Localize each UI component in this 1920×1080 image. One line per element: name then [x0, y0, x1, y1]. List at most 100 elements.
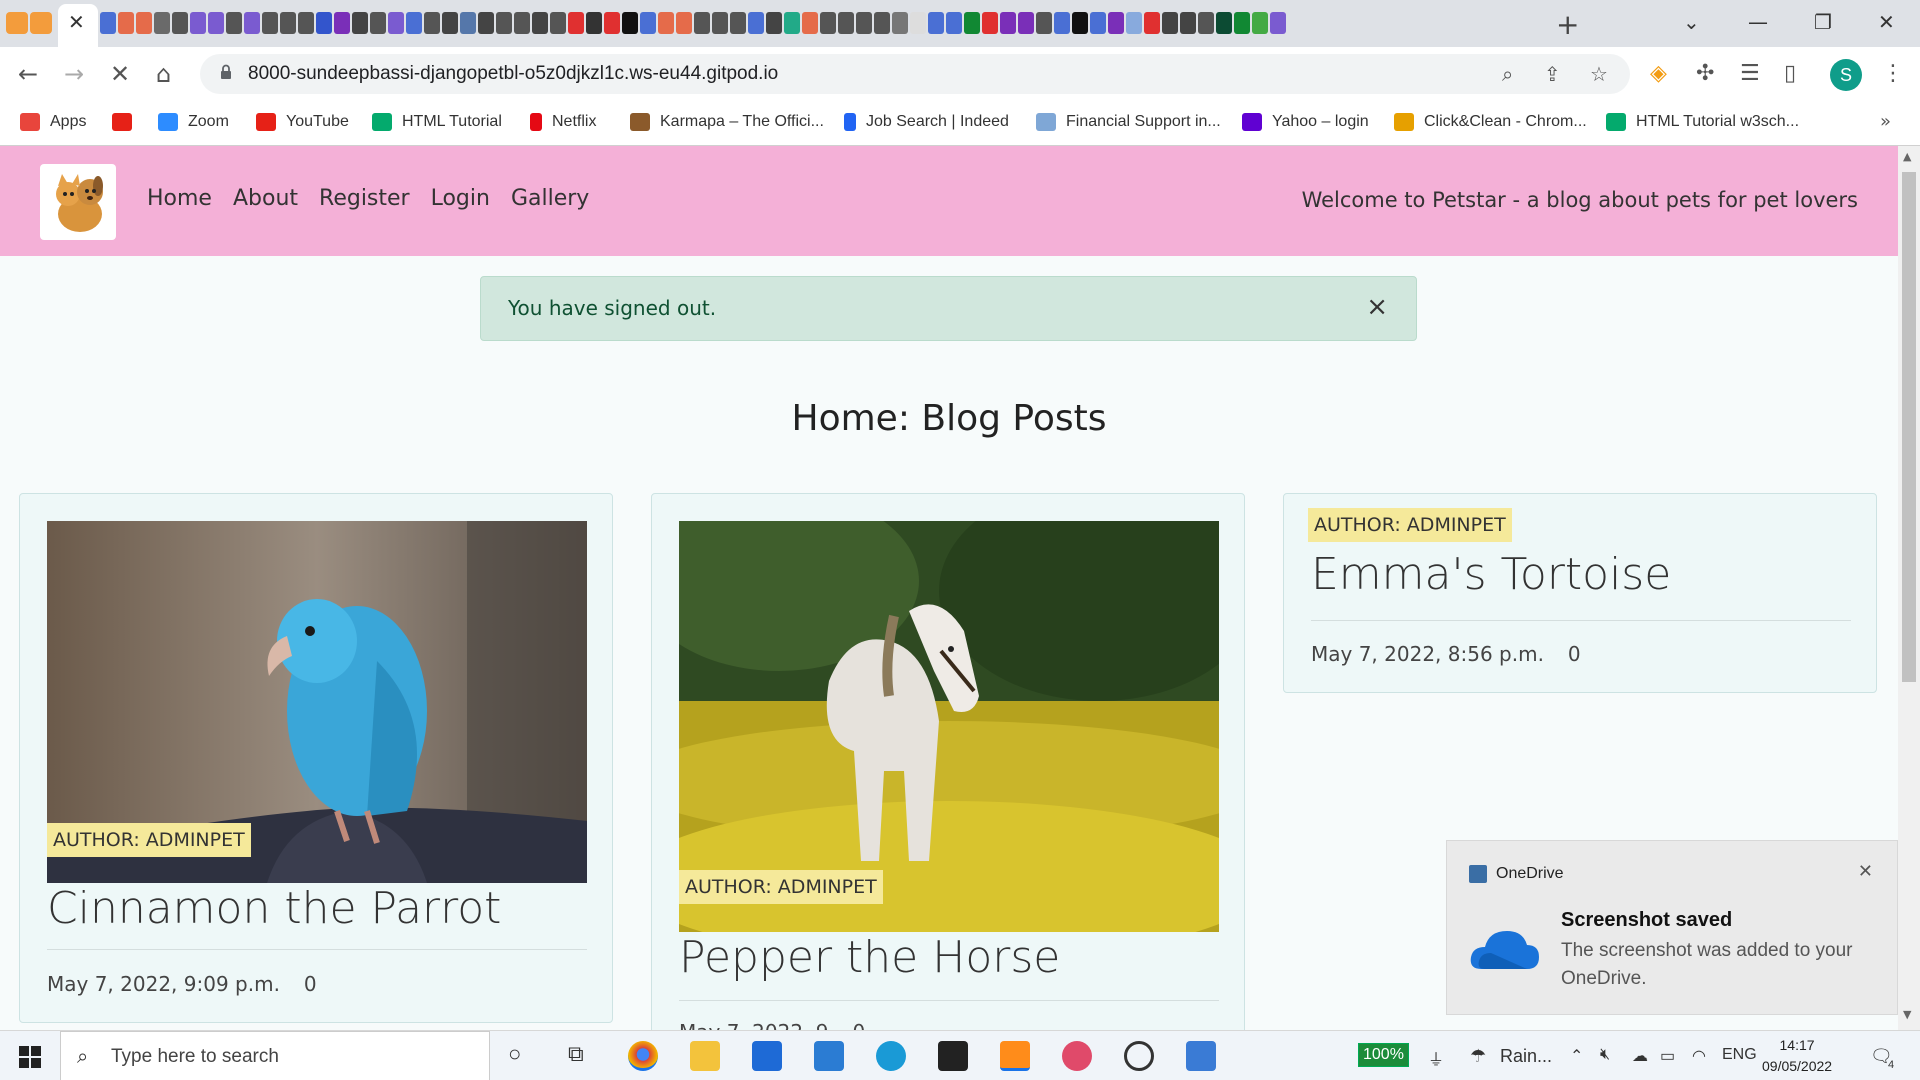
bookmark-html-tutorial[interactable]: HTML Tutorial — [372, 113, 502, 131]
close-window-button[interactable]: ✕ — [1878, 10, 1895, 34]
post-card[interactable]: AUTHOR: ADMINPET Emma's Tortoise May 7, … — [1283, 493, 1877, 693]
bookmark-financial-support[interactable]: Financial Support in... — [1036, 113, 1221, 131]
bookmark-label: HTML Tutorial w3sch... — [1636, 113, 1800, 130]
page-scrollbar[interactable]: ▲ ▼ — [1898, 146, 1920, 1030]
windows-start-icon[interactable] — [18, 1045, 42, 1069]
tab-search-chevron-icon[interactable]: ⌄ — [1683, 10, 1700, 34]
site-navbar: Home About Register Login Gallery Welcom… — [0, 146, 1898, 256]
post-author: AUTHOR: ADMINPET — [679, 870, 883, 904]
nav-gallery[interactable]: Gallery — [511, 186, 589, 211]
post-title[interactable]: Pepper the Horse — [679, 932, 1060, 983]
volume-muted-icon[interactable]: 🔇︎ — [1600, 1046, 1610, 1064]
toast-close-icon[interactable]: ✕ — [1858, 861, 1873, 882]
share-icon[interactable]: ⇪ — [1544, 62, 1561, 86]
mail-icon[interactable] — [814, 1041, 844, 1071]
zoom-icon — [158, 113, 178, 131]
site-logo[interactable] — [40, 164, 116, 240]
weather-icon[interactable]: ☂ — [1470, 1046, 1486, 1067]
more-bookmarks-icon[interactable]: » — [1880, 111, 1891, 132]
wifi-icon[interactable]: ◠ — [1692, 1046, 1706, 1066]
profile-avatar[interactable]: S — [1830, 59, 1862, 91]
bookmark-youtube[interactable]: YouTube — [256, 113, 349, 131]
notification-count: 4 — [1888, 1059, 1895, 1071]
apps-grid-icon — [20, 113, 40, 131]
cortana-icon[interactable]: ○ — [508, 1041, 521, 1067]
post-title[interactable]: Cinnamon the Parrot — [47, 883, 501, 934]
scroll-thumb[interactable] — [1902, 172, 1916, 682]
browser-menu-icon[interactable]: ⋮ — [1882, 61, 1904, 86]
bookmark-star-icon[interactable]: ☆ — [1590, 62, 1608, 86]
post-author: AUTHOR: ADMINPET — [47, 823, 251, 857]
card-divider — [679, 1000, 1219, 1001]
bookmark-click-clean[interactable]: Click&Clean - Chrom... — [1394, 113, 1587, 131]
system-clock[interactable]: 14:17 09/05/2022 — [1762, 1035, 1832, 1077]
post-likes: 0 — [852, 1020, 865, 1030]
weather-text[interactable]: Rain... — [1500, 1046, 1552, 1067]
card-divider — [1311, 620, 1851, 621]
photos-icon[interactable] — [1186, 1041, 1216, 1071]
bookmark-karmapa[interactable]: Karmapa – The Offici... — [630, 113, 824, 131]
taskbar-search-input[interactable]: ⌕ Type here to search — [60, 1031, 490, 1080]
show-hidden-icons[interactable]: ⌃ — [1570, 1046, 1583, 1066]
post-card[interactable]: AUTHOR: ADMINPET Pepper the Horse May 7,… — [651, 493, 1245, 1030]
reading-list-icon[interactable]: ☰ — [1740, 61, 1760, 86]
pinned-tabs[interactable] — [100, 12, 1530, 36]
task-view-icon[interactable]: ⧉ — [568, 1041, 584, 1067]
battery-indicator[interactable]: 100% — [1358, 1043, 1409, 1067]
alert-message: You have signed out. — [508, 296, 717, 320]
bookmark-netflix[interactable]: Netflix — [530, 113, 596, 131]
file-explorer-icon[interactable] — [690, 1041, 720, 1071]
onedrive-notification[interactable]: OneDrive ✕ Screenshot saved The screensh… — [1446, 840, 1898, 1015]
bookmark-youtube-icon-only[interactable] — [112, 113, 132, 131]
bookmark-yahoo[interactable]: Yahoo – login — [1242, 113, 1369, 131]
close-tab-icon[interactable]: ✕ — [68, 10, 85, 34]
address-bar[interactable]: 8000-sundeepbassi-djangopetbl-o5z0djkzl1… — [200, 54, 1630, 94]
nav-login[interactable]: Login — [431, 186, 490, 211]
battery-tray-icon[interactable]: ▭ — [1660, 1046, 1675, 1066]
nav-home[interactable]: Home — [147, 186, 212, 211]
new-tab-button[interactable]: + — [1556, 8, 1579, 41]
minimize-button[interactable]: — — [1748, 10, 1768, 34]
zoom-icon[interactable]: ⌕ — [1502, 62, 1513, 86]
post-title[interactable]: Emma's Tortoise — [1311, 549, 1671, 600]
bookmark-zoom[interactable]: Zoom — [158, 113, 229, 131]
edge-icon[interactable] — [876, 1041, 906, 1071]
toast-body: The screenshot was added to your OneDriv… — [1561, 940, 1853, 989]
home-icon[interactable]: ⌂ — [156, 60, 171, 88]
bookmark-html-tutorial-w3[interactable]: HTML Tutorial w3sch... — [1606, 113, 1799, 131]
store-icon[interactable] — [752, 1041, 782, 1071]
tab-favicon[interactable] — [30, 12, 52, 34]
sublime-icon[interactable] — [1000, 1041, 1030, 1071]
url-text[interactable]: 8000-sundeepbassi-djangopetbl-o5z0djkzl1… — [248, 63, 778, 85]
snip-tool-icon[interactable] — [1062, 1041, 1092, 1071]
clock-date: 09/05/2022 — [1762, 1058, 1833, 1074]
terminal-icon[interactable] — [938, 1041, 968, 1071]
post-card[interactable]: AUTHOR: ADMINPET Cinnamon the Parrot May… — [19, 493, 613, 1023]
bookmark-indeed[interactable]: Job Search | Indeed — [844, 113, 1009, 131]
back-icon[interactable]: ← — [18, 60, 38, 88]
tab-strip: ✕ + ⌄ — ❐ ✕ — [0, 0, 1920, 47]
nav-about[interactable]: About — [233, 186, 298, 211]
side-panel-icon[interactable]: ▯ — [1784, 61, 1796, 86]
bookmark-apps[interactable]: Apps — [20, 113, 86, 131]
onedrive-tray-icon[interactable]: ☁ — [1632, 1046, 1648, 1066]
restore-button[interactable]: ❐ — [1814, 10, 1832, 34]
scroll-up-icon[interactable]: ▲ — [1903, 150, 1911, 163]
power-plug-icon[interactable]: ⏚ — [1428, 1046, 1444, 1070]
post-meta: May 7, 2022, 8:56 p.m. 0 — [1311, 642, 1581, 666]
tab-favicon[interactable] — [6, 12, 28, 34]
nav-register[interactable]: Register — [319, 186, 410, 211]
forward-icon[interactable]: → — [64, 60, 84, 88]
extensions-puzzle-icon[interactable]: ✣ — [1696, 61, 1714, 86]
extension-icon[interactable]: ◈ — [1650, 61, 1667, 86]
alert-close-button[interactable]: × — [1366, 292, 1388, 322]
post-author: AUTHOR: ADMINPET — [1308, 508, 1512, 542]
card-divider — [47, 949, 587, 950]
stop-loading-icon[interactable]: ✕ — [110, 60, 130, 88]
lock-icon[interactable] — [220, 64, 232, 80]
scroll-down-icon[interactable]: ▼ — [1903, 1008, 1911, 1021]
toast-app-name: OneDrive — [1496, 865, 1564, 882]
chrome-icon[interactable] — [628, 1041, 658, 1071]
language-indicator[interactable]: ENG — [1722, 1046, 1757, 1064]
feedback-icon[interactable] — [1124, 1041, 1154, 1071]
